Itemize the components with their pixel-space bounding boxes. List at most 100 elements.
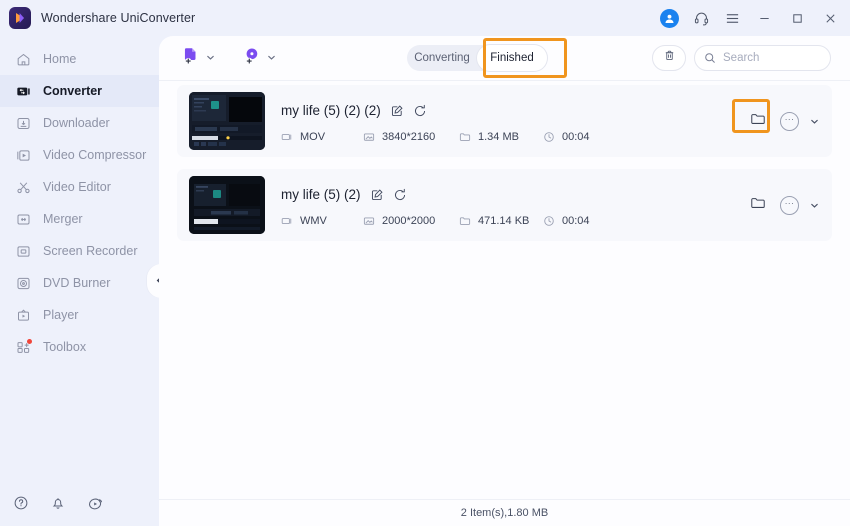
- search-box[interactable]: [694, 45, 831, 71]
- minimize-icon[interactable]: [754, 8, 774, 28]
- converter-icon: [14, 82, 32, 100]
- sidebar-item-video-editor[interactable]: Video Editor: [0, 171, 159, 203]
- sidebar-item-converter[interactable]: Converter: [0, 75, 159, 107]
- toolbox-icon: [14, 338, 32, 356]
- sidebar-item-home[interactable]: Home: [0, 43, 159, 75]
- open-folder-icon: [750, 111, 766, 132]
- file-format-value: MOV: [300, 130, 326, 143]
- sidebar-item-toolbox[interactable]: Toolbox: [0, 331, 159, 363]
- app-title: Wondershare UniConverter: [41, 11, 196, 25]
- row-actions: ···: [747, 169, 819, 241]
- notification-bell-icon[interactable]: [49, 494, 67, 512]
- row-actions: ···: [747, 85, 819, 157]
- hamburger-menu-icon[interactable]: [723, 9, 741, 27]
- file-duration-value: 00:04: [562, 130, 590, 143]
- file-resolution: 3840*2160: [363, 131, 459, 143]
- sidebar-item-label: Toolbox: [43, 340, 87, 354]
- video-thumbnail: [189, 176, 265, 234]
- video-format-icon: [281, 215, 293, 227]
- open-folder-icon: [750, 195, 766, 216]
- tab-finished[interactable]: Finished: [477, 45, 547, 71]
- status-text: 2 Item(s),1.80 MB: [460, 507, 549, 519]
- main-panel: Converting Finished Search my life (5) (…: [159, 36, 850, 526]
- sidebar-item-label: Screen Recorder: [43, 244, 138, 258]
- file-size: 471.14 KB: [459, 215, 543, 227]
- chevron-down-icon[interactable]: [810, 201, 819, 210]
- file-resolution: 2000*2000: [363, 215, 459, 227]
- sidebar-item-screen-recorder[interactable]: Screen Recorder: [0, 235, 159, 267]
- sidebar-item-downloader[interactable]: Downloader: [0, 107, 159, 139]
- merger-icon: [14, 210, 32, 228]
- file-size-value: 1.34 MB: [478, 130, 519, 143]
- uniconverter-logo-icon: [9, 7, 31, 29]
- video-thumbnail: [189, 92, 265, 150]
- file-duration: 00:04: [543, 215, 590, 227]
- clock-icon: [543, 215, 555, 227]
- file-name: my life (5) (2) (2): [281, 103, 381, 118]
- folder-size-icon: [459, 131, 471, 143]
- add-files-icon: [182, 46, 201, 70]
- file-format: WMV: [281, 215, 363, 227]
- title-bar: Wondershare UniConverter: [0, 0, 850, 36]
- add-dvd-button[interactable]: [243, 46, 276, 70]
- notification-dot-badge: [27, 339, 32, 344]
- resolution-icon: [363, 215, 375, 227]
- more-options-icon[interactable]: ···: [780, 195, 799, 215]
- sidebar-item-label: Downloader: [43, 116, 110, 130]
- edit-icon[interactable]: [390, 104, 404, 118]
- sidebar-item-label: Video Editor: [43, 180, 111, 194]
- toolbar-divider: [159, 80, 850, 81]
- search-input[interactable]: [723, 52, 823, 64]
- file-resolution-value: 3840*2160: [382, 130, 436, 143]
- sidebar-item-label: Player: [43, 308, 79, 322]
- file-size-value: 471.14 KB: [478, 214, 530, 227]
- maximize-icon[interactable]: [787, 8, 807, 28]
- sidebar-item-label: Home: [43, 52, 77, 66]
- sidebar-item-label: Video Compressor: [43, 148, 147, 162]
- chevron-down-icon: [267, 49, 276, 67]
- dvd-burner-icon: [14, 274, 32, 292]
- downloader-icon: [14, 114, 32, 132]
- chevron-down-icon[interactable]: [810, 117, 819, 126]
- sidebar-item-player[interactable]: Player: [0, 299, 159, 331]
- file-duration-value: 00:04: [562, 214, 590, 227]
- sidebar-item-label: Merger: [43, 212, 83, 226]
- status-bar: 2 Item(s),1.80 MB: [159, 499, 850, 526]
- table-row[interactable]: my life (5) (2) WMV 2000*2000 471.14 KB …: [177, 169, 832, 241]
- more-options-icon[interactable]: ···: [780, 111, 799, 131]
- headset-support-icon[interactable]: [692, 9, 710, 27]
- file-format-value: WMV: [300, 214, 327, 227]
- edit-icon[interactable]: [370, 188, 384, 202]
- file-size: 1.34 MB: [459, 131, 543, 143]
- scissors-icon: [14, 178, 32, 196]
- sidebar-bottom-icons: [12, 494, 104, 512]
- chevron-down-icon: [206, 49, 215, 67]
- sidebar-item-label: DVD Burner: [43, 276, 111, 290]
- status-tab-group: Converting Finished: [407, 45, 547, 71]
- tab-converting[interactable]: Converting: [407, 45, 477, 71]
- add-files-button[interactable]: [182, 46, 215, 70]
- clock-icon: [543, 131, 555, 143]
- resolution-icon: [363, 131, 375, 143]
- video-tutorial-icon[interactable]: [86, 494, 104, 512]
- delete-all-button[interactable]: [652, 45, 686, 71]
- player-icon: [14, 306, 32, 324]
- convert-again-icon[interactable]: [393, 188, 407, 202]
- sidebar-item-dvd-burner[interactable]: DVD Burner: [0, 267, 159, 299]
- convert-again-icon[interactable]: [413, 104, 427, 118]
- sidebar-item-label: Converter: [43, 84, 103, 98]
- file-duration: 00:04: [543, 131, 590, 143]
- open-folder-button[interactable]: [747, 110, 769, 132]
- video-compressor-icon: [14, 146, 32, 164]
- add-dvd-icon: [243, 46, 262, 70]
- file-name: my life (5) (2): [281, 187, 361, 202]
- open-folder-button[interactable]: [747, 194, 769, 216]
- help-question-icon[interactable]: [12, 494, 30, 512]
- table-row[interactable]: my life (5) (2) (2) MOV 3840*2160 1.34 M…: [177, 85, 832, 157]
- search-icon: [704, 52, 716, 64]
- trash-icon: [663, 49, 676, 67]
- close-icon[interactable]: [820, 8, 840, 28]
- account-avatar-icon[interactable]: [660, 8, 679, 28]
- sidebar-item-merger[interactable]: Merger: [0, 203, 159, 235]
- sidebar-item-video-compressor[interactable]: Video Compressor: [0, 139, 159, 171]
